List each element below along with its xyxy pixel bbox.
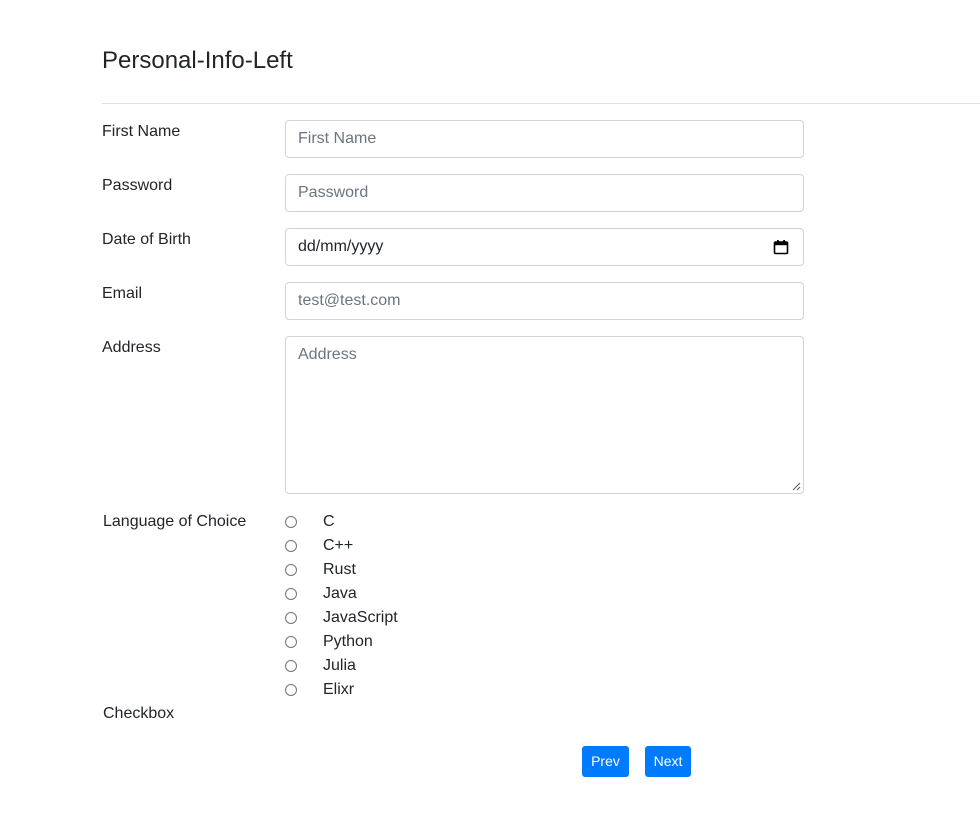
first-name-label: First Name xyxy=(102,123,181,140)
address-textarea[interactable] xyxy=(285,336,804,494)
radio-button[interactable] xyxy=(285,563,297,576)
radio-label: Rust xyxy=(323,561,356,578)
prev-button[interactable]: Prev xyxy=(582,746,629,777)
language-option-c[interactable]: C xyxy=(285,511,335,533)
radio-label: C++ xyxy=(323,537,354,554)
checkbox-label: Checkbox xyxy=(103,705,175,722)
radio-label: JavaScript xyxy=(323,609,398,626)
calendar-icon[interactable] xyxy=(773,239,789,255)
language-option-javascript[interactable]: JavaScript xyxy=(285,607,398,629)
radio-label: C xyxy=(323,513,335,530)
page: Personal-Info-Left First Name Password D… xyxy=(0,0,980,815)
radio-button[interactable] xyxy=(285,635,297,648)
radio-label: Elixr xyxy=(323,681,355,698)
language-option-cpp[interactable]: C++ xyxy=(285,535,353,557)
password-label: Password xyxy=(102,177,173,194)
dob-display: dd/mm/yyyy xyxy=(298,238,384,255)
address-label: Address xyxy=(102,339,161,356)
password-input[interactable] xyxy=(285,174,804,212)
page-title: Personal-Info-Left xyxy=(102,47,293,74)
email-label: Email xyxy=(102,285,143,302)
email-input[interactable] xyxy=(285,282,804,320)
dob-input[interactable]: dd/mm/yyyy xyxy=(285,228,804,266)
language-option-java[interactable]: Java xyxy=(285,583,357,605)
radio-label: Java xyxy=(323,585,357,602)
radio-button[interactable] xyxy=(285,659,297,672)
header-divider xyxy=(102,103,980,104)
radio-button[interactable] xyxy=(285,683,297,696)
language-option-python[interactable]: Python xyxy=(285,631,373,653)
radio-button[interactable] xyxy=(285,587,297,600)
language-option-julia[interactable]: Julia xyxy=(285,655,356,677)
radio-label: Python xyxy=(323,633,373,650)
language-label: Language of Choice xyxy=(103,513,247,530)
next-button[interactable]: Next xyxy=(645,746,691,777)
radio-button[interactable] xyxy=(285,515,297,528)
first-name-input[interactable] xyxy=(285,120,804,158)
language-option-elixr[interactable]: Elixr xyxy=(285,679,354,701)
radio-button[interactable] xyxy=(285,539,297,552)
dob-label: Date of Birth xyxy=(102,231,191,248)
resize-grip-icon[interactable] xyxy=(792,482,801,491)
radio-button[interactable] xyxy=(285,611,297,624)
radio-label: Julia xyxy=(323,657,356,674)
language-option-rust[interactable]: Rust xyxy=(285,559,356,581)
